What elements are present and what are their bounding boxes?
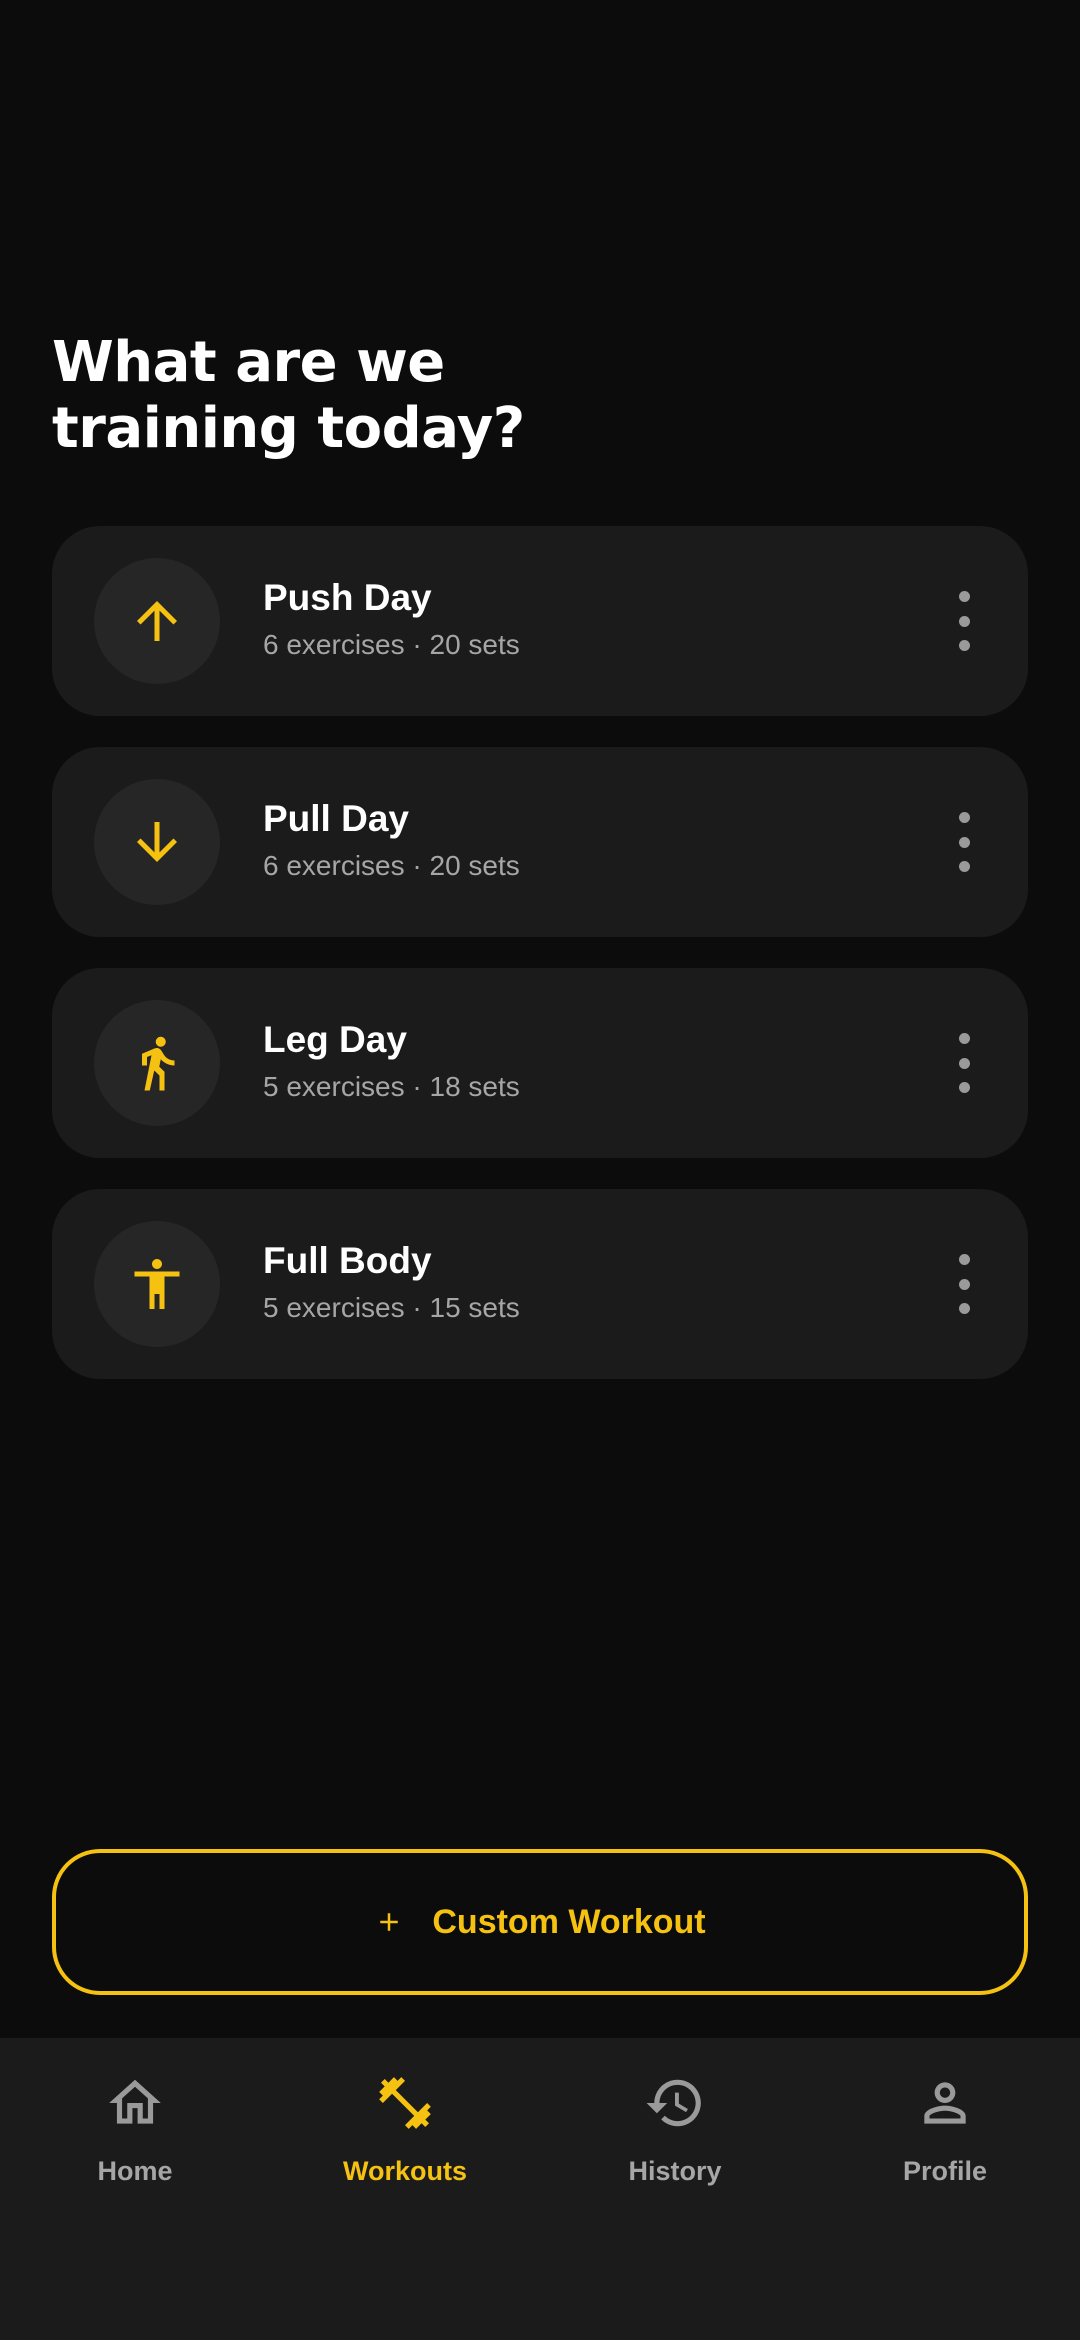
workout-meta: 5 exercises · 15 sets: [263, 1292, 520, 1323]
more-options-icon[interactable]: [954, 591, 974, 651]
person-icon: [924, 2082, 966, 2124]
workout-meta: 6 exercises · 20 sets: [263, 629, 520, 660]
nav-item-home[interactable]: Home: [35, 2072, 235, 2232]
nav-item-history[interactable]: History: [575, 2072, 775, 2232]
arrow-down-icon: [94, 779, 220, 905]
workout-card-leg-day[interactable]: Leg Day 5 exercises · 18 sets: [52, 968, 1028, 1158]
page-title: What are we training today?: [52, 330, 752, 462]
more-options-icon[interactable]: [954, 812, 974, 872]
custom-workout-button[interactable]: Custom Workout: [52, 1849, 1028, 1995]
custom-workout-label: Custom Workout: [432, 1902, 706, 1941]
workout-name: Pull Day: [263, 798, 409, 839]
workout-name: Push Day: [263, 577, 432, 618]
nav-label: History: [628, 2156, 722, 2186]
home-icon: [109, 2079, 161, 2124]
nav-label: Profile: [902, 2156, 988, 2186]
dumbbell-icon: [379, 2077, 431, 2129]
workout-meta: 6 exercises · 20 sets: [263, 850, 520, 881]
more-options-icon[interactable]: [954, 1033, 974, 1093]
nav-item-workouts[interactable]: Workouts: [305, 2072, 505, 2232]
workout-card-push-day[interactable]: Push Day 6 exercises · 20 sets: [52, 526, 1028, 716]
workout-name: Full Body: [263, 1240, 432, 1281]
workout-card-full-body[interactable]: Full Body 5 exercises · 15 sets: [52, 1189, 1028, 1379]
workout-name: Leg Day: [263, 1019, 407, 1060]
bottom-navigation: Home Workouts History Profile: [0, 2038, 1080, 2340]
page-title-line-1: What are we: [52, 330, 445, 395]
history-icon: [646, 2079, 701, 2127]
page-title-line-2: training today?: [52, 396, 525, 461]
nav-label: Home: [97, 2156, 173, 2186]
workout-card-pull-day[interactable]: Pull Day 6 exercises · 20 sets: [52, 747, 1028, 937]
walking-person-icon: [94, 1000, 220, 1126]
workout-list: Push Day 6 exercises · 20 sets Pull Day …: [52, 526, 1028, 1410]
arrow-up-icon: [94, 558, 220, 684]
person-arms-out-icon: [94, 1221, 220, 1347]
nav-item-profile[interactable]: Profile: [845, 2072, 1045, 2232]
plus-icon: [380, 1913, 399, 1931]
nav-label: Workouts: [342, 2156, 467, 2186]
workout-meta: 5 exercises · 18 sets: [263, 1071, 520, 1102]
more-options-icon[interactable]: [954, 1254, 974, 1314]
